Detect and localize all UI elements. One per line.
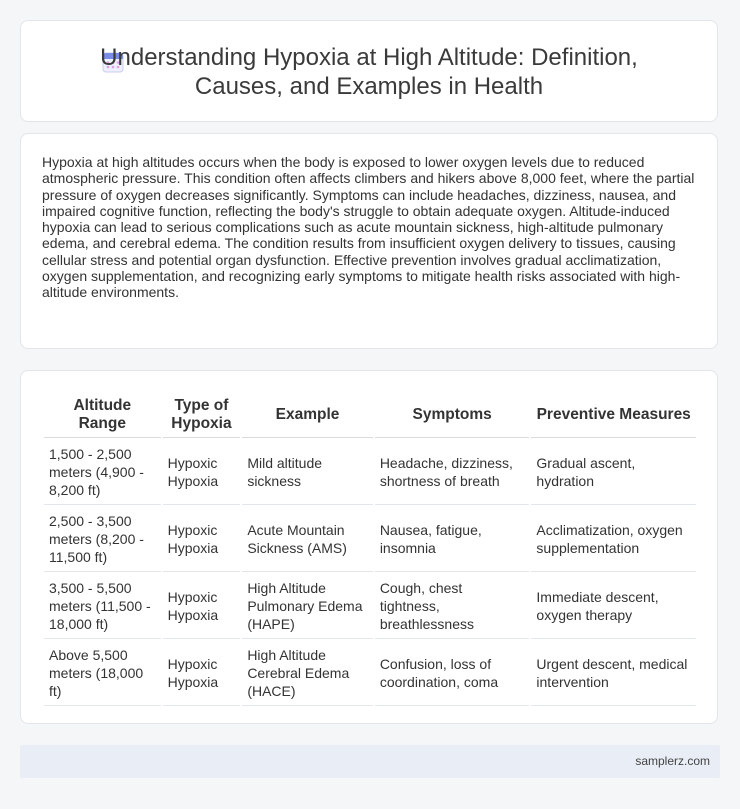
table-header-row: Altitude Range Type of Hypoxia Example S… — [44, 393, 696, 438]
header-preventive-measures: Preventive Measures — [531, 393, 696, 438]
cell-symptoms: Confusion, loss of coordination, coma — [374, 641, 530, 706]
cell-example: Mild altitude sickness — [242, 440, 373, 505]
cell-preventive-measures: Acclimatization, oxygen supplementation — [531, 507, 696, 572]
cell-preventive-measures: Immediate descent, oxygen therapy — [531, 574, 696, 639]
cell-altitude-range: 2,500 - 3,500 meters (8,200 - 11,500 ft) — [44, 507, 161, 572]
header-symptoms: Symptoms — [374, 393, 530, 438]
table-card: Altitude Range Type of Hypoxia Example S… — [20, 370, 718, 724]
footer-bar: samplerz.com — [20, 745, 720, 778]
header-example: Example — [242, 393, 373, 438]
table-row: 3,500 - 5,500 meters (11,500 - 18,000 ft… — [44, 574, 696, 639]
cell-example: Acute Mountain Sickness (AMS) — [242, 507, 373, 572]
table-row: Above 5,500 meters (18,000 ft) Hypoxic H… — [44, 641, 696, 706]
intro-card: Hypoxia at high altitudes occurs when th… — [20, 133, 718, 349]
cell-altitude-range: Above 5,500 meters (18,000 ft) — [44, 641, 161, 706]
cell-type-of-hypoxia: Hypoxic Hypoxia — [162, 574, 241, 639]
header-card: Understanding Hypoxia at High Altitude: … — [20, 20, 718, 122]
cell-example: High Altitude Cerebral Edema (HACE) — [242, 641, 373, 706]
cell-type-of-hypoxia: Hypoxic Hypoxia — [162, 440, 241, 505]
cell-symptoms: Headache, dizziness, shortness of breath — [374, 440, 530, 505]
cell-altitude-range: 1,500 - 2,500 meters (4,900 - 8,200 ft) — [44, 440, 161, 505]
hypoxia-table: Altitude Range Type of Hypoxia Example S… — [42, 391, 698, 708]
cell-preventive-measures: Urgent descent, medical intervention — [531, 641, 696, 706]
cell-altitude-range: 3,500 - 5,500 meters (11,500 - 18,000 ft… — [44, 574, 161, 639]
footer-site-link[interactable]: samplerz.com — [635, 754, 710, 768]
cell-type-of-hypoxia: Hypoxic Hypoxia — [162, 641, 241, 706]
header-type-of-hypoxia: Type of Hypoxia — [162, 393, 241, 438]
header-altitude-range: Altitude Range — [44, 393, 161, 438]
cell-type-of-hypoxia: Hypoxic Hypoxia — [162, 507, 241, 572]
cell-example: High Altitude Pulmonary Edema (HAPE) — [242, 574, 373, 639]
cell-symptoms: Cough, chest tightness, breathlessness — [374, 574, 530, 639]
page-title: Understanding Hypoxia at High Altitude: … — [100, 44, 638, 100]
intro-paragraph: Hypoxia at high altitudes occurs when th… — [42, 154, 695, 301]
table-row: 2,500 - 3,500 meters (8,200 - 11,500 ft)… — [44, 507, 696, 572]
cell-symptoms: Nausea, fatigue, insomnia — [374, 507, 530, 572]
cell-preventive-measures: Gradual ascent, hydration — [531, 440, 696, 505]
table-row: 1,500 - 2,500 meters (4,900 - 8,200 ft) … — [44, 440, 696, 505]
